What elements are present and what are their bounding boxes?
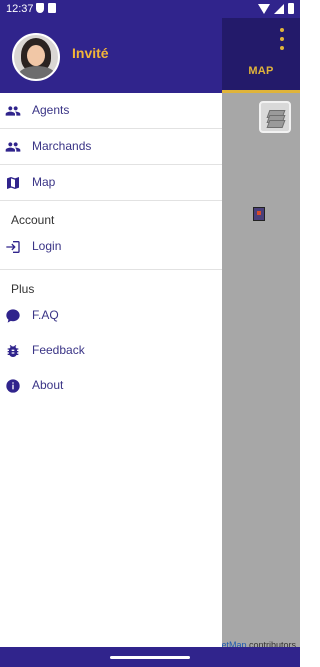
menu-item-feedback[interactable]: Feedback [0,338,222,373]
overflow-menu-icon[interactable] [278,28,286,50]
login-icon [5,239,21,255]
drawer-header: Invité [0,18,222,93]
sim-card-icon [48,3,56,13]
menu-item-map[interactable]: Map [0,165,222,200]
menu-item-label: Agents [32,103,70,117]
menu-item-label: Login [32,239,62,253]
menu-item-agents[interactable]: Agents [0,93,222,128]
battery-icon [288,3,294,14]
menu-item-login[interactable]: Login [0,234,222,263]
chat-bubble-icon [5,308,21,324]
menu-item-label: Marchands [32,139,92,153]
info-icon [5,378,21,394]
menu-item-marchands[interactable]: Marchands [0,129,222,164]
avatar [12,33,60,81]
menu-item-label: About [32,378,64,392]
system-nav-bar [0,647,300,667]
people-icon [5,103,21,119]
home-gesture-handle[interactable] [110,656,190,659]
section-header-plus: Plus [11,282,35,296]
app-toolbar: MAP [222,18,300,93]
layers-button[interactable] [259,101,291,133]
status-bar: 12:37 [0,0,300,18]
drawer-menu: Agents Marchands Map Account Login Plus … [0,93,222,408]
username: Invité [72,45,109,61]
tab-indicator [222,90,300,93]
section-account: Account [0,201,222,234]
map-view[interactable]: MAP etMap contributors [221,18,300,667]
map-icon [5,175,21,191]
signal-icon [274,3,284,14]
tab-map[interactable]: MAP [222,65,300,77]
map-marker-icon[interactable] [253,207,265,221]
bug-icon [5,343,21,359]
navigation-drawer: Invité Agents Marchands Map Account Logi… [0,0,222,667]
status-time: 12:37 [6,3,34,15]
section-header-account: Account [11,213,55,227]
shield-icon [36,3,44,13]
people-icon [5,139,21,155]
menu-item-about[interactable]: About [0,373,222,408]
menu-item-label: F.AQ [32,308,59,322]
menu-item-faq[interactable]: F.AQ [0,303,222,338]
menu-item-label: Map [32,175,56,189]
section-plus: Plus [0,270,222,303]
menu-item-label: Feedback [32,343,85,357]
wifi-icon [258,3,270,14]
